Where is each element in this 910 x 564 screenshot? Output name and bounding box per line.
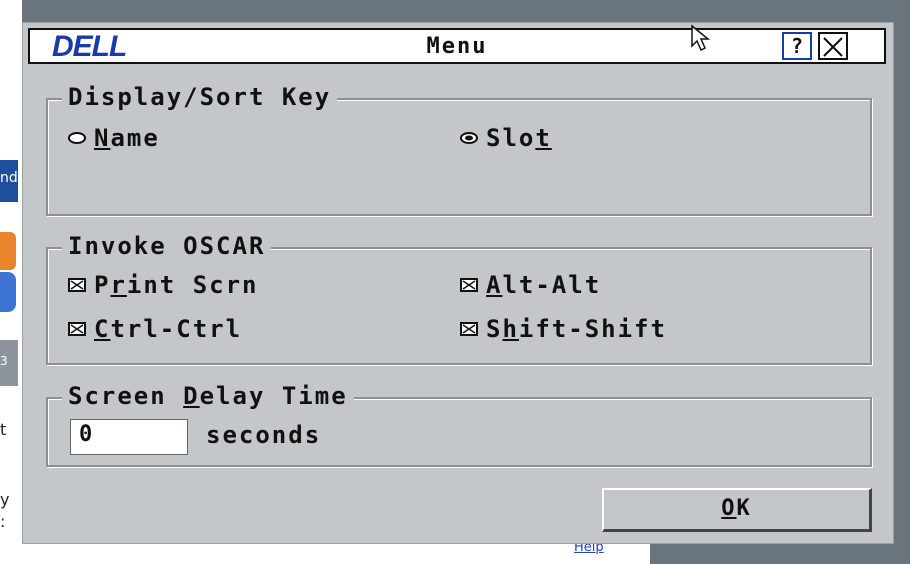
alt-alt-label-accel: A	[486, 271, 503, 299]
background-gray-block: 3	[0, 340, 18, 386]
invoke-oscar-legend: Invoke OSCAR	[62, 231, 272, 261]
ok-label-accel: O	[721, 496, 737, 521]
screen-delay-legend-accel: D	[183, 382, 200, 410]
display-sort-key-legend: Display/Sort Key	[62, 82, 338, 112]
mouse-pointer-icon	[691, 24, 711, 52]
radio-name-label: ame	[110, 124, 160, 152]
delay-unit-label: seconds	[206, 421, 322, 449]
checkbox-checked-icon	[68, 322, 86, 336]
radio-slot[interactable]: Slo t	[458, 124, 552, 152]
radio-name[interactable]: Name	[66, 124, 160, 152]
close-button[interactable]	[818, 32, 848, 60]
radio-selected-icon	[460, 132, 478, 144]
checkbox-print-scrn[interactable]: Pr int Scrn	[66, 271, 259, 299]
checkbox-alt-alt[interactable]: Alt-Alt	[458, 271, 601, 299]
background-orange-shape	[0, 232, 16, 270]
screen-delay-group: Screen Delay Time 0 seconds	[46, 381, 872, 467]
print-scrn-label: int Scrn	[126, 271, 259, 299]
radio-slot-label: Slo	[486, 124, 536, 152]
display-sort-key-group: Display/Sort Key Name Slo t	[46, 82, 872, 216]
delay-seconds-input[interactable]: 0	[70, 419, 188, 455]
screen-delay-legend-pre: Screen	[68, 382, 184, 410]
screen-delay-legend: Screen Delay Time	[62, 381, 354, 411]
radio-slot-label-accel: t	[535, 124, 552, 152]
print-scrn-label-pre: P	[94, 271, 111, 299]
checkbox-shift-shift[interactable]: Sh ift-Shift	[458, 315, 667, 343]
shift-shift-label-accel: h	[502, 315, 519, 343]
radio-name-label-accel: N	[94, 124, 111, 152]
checkbox-checked-icon	[68, 278, 86, 292]
checkbox-ctrl-ctrl[interactable]: Ctrl-Ctrl	[66, 315, 242, 343]
print-scrn-label-accel: r	[110, 271, 127, 299]
background-blue-shape	[0, 272, 16, 312]
ok-label: K	[736, 496, 752, 521]
background-text-fragment: nd	[0, 170, 18, 186]
checkbox-checked-icon	[460, 278, 478, 292]
close-icon	[823, 37, 843, 57]
shift-shift-label-pre: S	[486, 315, 503, 343]
oscar-menu-dialog: DELL Menu ? Display/Sort Key Name Slot	[22, 22, 894, 544]
background-text-fragment: :	[0, 512, 6, 531]
background-text-fragment: 3	[0, 354, 8, 368]
ctrl-ctrl-label: trl-Ctrl	[110, 315, 243, 343]
ctrl-ctrl-label-accel: C	[94, 315, 111, 343]
help-button[interactable]: ?	[782, 32, 812, 60]
background-text-fragment: y	[0, 490, 10, 509]
alt-alt-label: lt-Alt	[502, 271, 602, 299]
title-bar[interactable]: DELL Menu ?	[28, 28, 886, 64]
checkbox-checked-icon	[460, 322, 478, 336]
screen-delay-legend-post: elay Time	[199, 382, 348, 410]
shift-shift-label: ift-Shift	[518, 315, 667, 343]
background-window-fragment: nd 3 t y :	[0, 0, 22, 564]
radio-unselected-icon	[68, 132, 86, 144]
background-text-fragment: t	[0, 420, 7, 439]
ok-button[interactable]: OK	[602, 488, 872, 532]
invoke-oscar-group: Invoke OSCAR Pr int Scrn Alt-Alt Ctrl-Ctr…	[46, 231, 872, 365]
dialog-title: Menu	[426, 34, 488, 59]
